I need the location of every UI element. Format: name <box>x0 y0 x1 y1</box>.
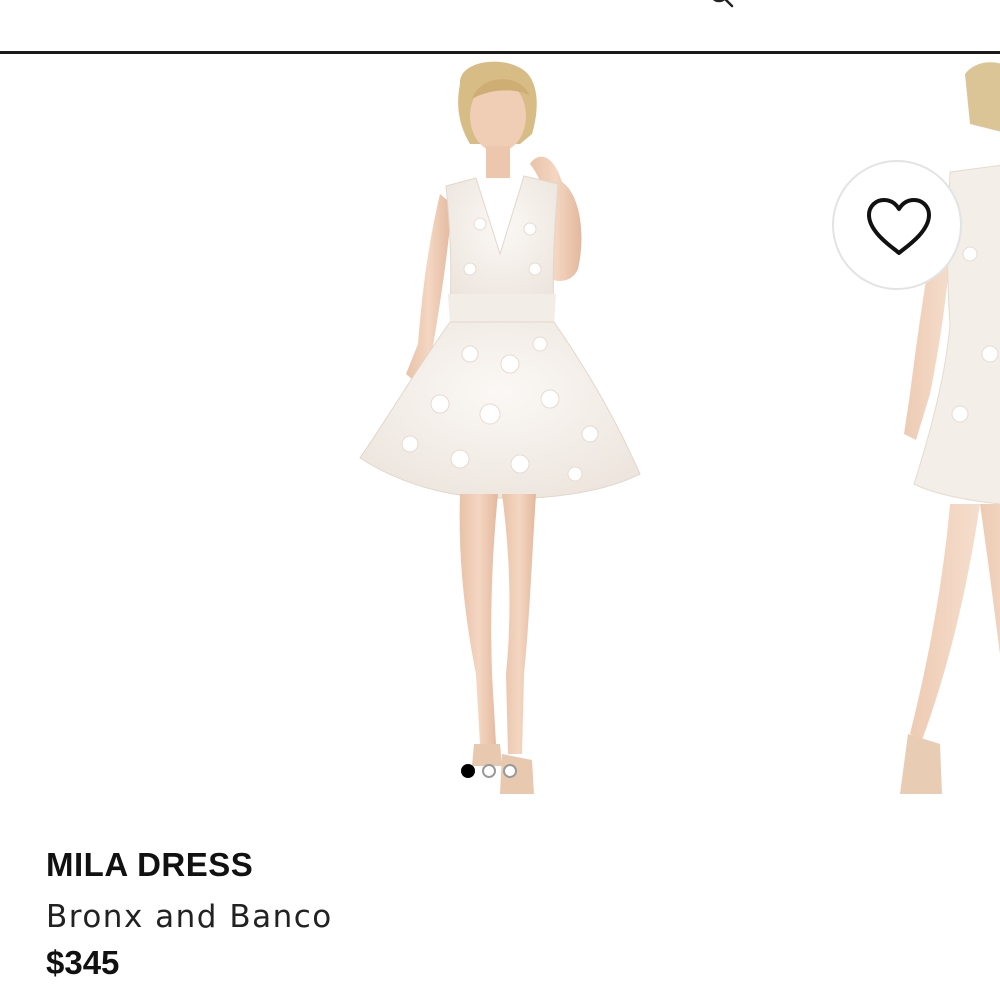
carousel-dot-2[interactable] <box>482 764 496 778</box>
wishlist-button[interactable] <box>832 160 962 290</box>
search-icon[interactable] <box>708 0 734 8</box>
product-image-carousel[interactable] <box>0 54 1000 814</box>
top-header <box>0 0 1000 52</box>
carousel-dot-3[interactable] <box>503 764 517 778</box>
dress-front-photo[interactable] <box>340 54 660 814</box>
heart-outline-icon <box>867 198 931 255</box>
product-brand[interactable]: Bronx and Banco <box>46 896 946 938</box>
product-info: MILA DRESS Bronx and Banco $345 <box>46 842 946 986</box>
product-name: MILA DRESS <box>46 846 254 883</box>
carousel-pagination <box>461 764 517 782</box>
carousel-dot-1[interactable] <box>461 764 475 778</box>
product-price: $345 <box>46 944 120 981</box>
product-page: MILA DRESS Bronx and Banco $345 <box>0 0 1000 1000</box>
